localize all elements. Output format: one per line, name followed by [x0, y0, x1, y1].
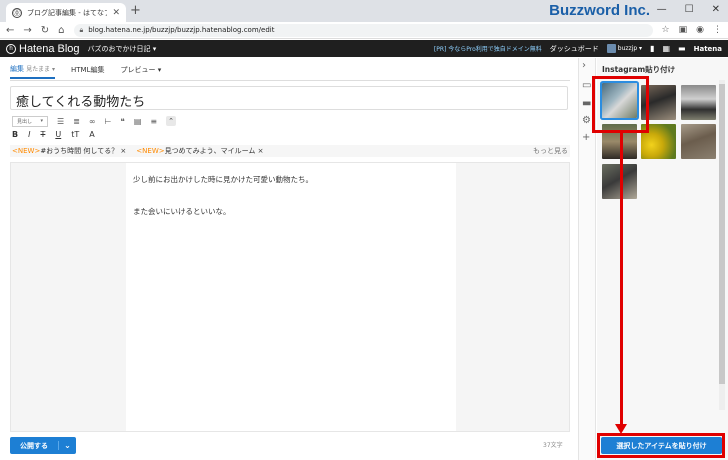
- dashboard-link[interactable]: ダッシュボード: [550, 44, 599, 54]
- entry-title-input[interactable]: 癒してくれる動物たち: [10, 86, 568, 110]
- char-count: 37文字: [543, 442, 563, 449]
- maximize-icon[interactable]: ☐: [685, 4, 694, 15]
- italic-icon[interactable]: I: [28, 130, 30, 139]
- url-field[interactable]: 🔒︎ blog.hatena.ne.jp/buzzjp/buzzjp.haten…: [73, 23, 653, 37]
- tab-preview[interactable]: プレビュー ▾: [120, 65, 161, 78]
- url-text: blog.hatena.ne.jp/buzzjp/buzzjp.hatenabl…: [88, 26, 275, 34]
- strikethrough-icon[interactable]: T: [40, 130, 45, 139]
- collapse-panel-icon[interactable]: ›: [582, 60, 586, 71]
- bold-icon[interactable]: B: [12, 130, 18, 139]
- panel-scrollbar[interactable]: [719, 80, 725, 410]
- plus-icon[interactable]: +: [582, 132, 590, 143]
- monitor-icon[interactable]: ▭: [582, 80, 591, 91]
- user-menu[interactable]: buzzjp ▾: [606, 44, 642, 53]
- topic-suggestions: <NEW>#おうち時間 何してる？ × <NEW>見つめてみよう、マイルーム ×…: [10, 145, 570, 157]
- window-controls: — ☐ ✕: [657, 4, 720, 15]
- hatena-top-bar: h Hatena Blog バズのおでかけ日記 ▾ [PR] 今ならPro利用で…: [0, 40, 728, 57]
- hatena-link[interactable]: Hatena: [694, 45, 722, 53]
- numbered-list-icon[interactable]: ≣: [73, 117, 80, 126]
- new-tab-button[interactable]: +: [130, 3, 141, 18]
- body-paragraph: 少し前にお出かけした時に見かけた可愛い動物たち。: [133, 175, 313, 184]
- favicon-icon: ⓪: [12, 7, 22, 18]
- extension-icon[interactable]: ▣: [679, 25, 688, 35]
- highlight-selected-thumbnail: [592, 76, 649, 133]
- browser-tab[interactable]: ⓪ ブログ記事編集 - はてなブログ ✕: [6, 3, 126, 22]
- text-color-icon[interactable]: A: [89, 130, 94, 139]
- font-size-icon[interactable]: tT: [71, 130, 79, 139]
- star-icon[interactable]: ☆: [662, 25, 670, 35]
- bullet-list-icon[interactable]: ☰: [57, 117, 64, 126]
- body-paragraph: また会いにいけるといいな。: [133, 207, 231, 216]
- underline-icon[interactable]: U: [55, 130, 61, 139]
- hatena-blog-logo[interactable]: h Hatena Blog: [6, 43, 80, 55]
- suggestion-item[interactable]: <NEW>#おうち時間 何してる？ ×: [12, 146, 126, 156]
- message-icon[interactable]: ▬: [678, 44, 686, 53]
- tab-wysiwyg[interactable]: 編集 見たまま ▾: [10, 64, 55, 79]
- hatena-logo-icon: h: [6, 43, 16, 54]
- tab-divider: [10, 80, 570, 81]
- lock-icon: 🔒︎: [79, 25, 84, 34]
- annotation-arrow-line: [620, 133, 623, 425]
- panel-title: Instagram貼り付け: [602, 65, 676, 74]
- minimize-icon[interactable]: —: [657, 4, 667, 15]
- blog-name-menu[interactable]: バズのおでかけ日記 ▾: [88, 44, 157, 54]
- instagram-thumbnail[interactable]: [681, 85, 716, 120]
- table-icon[interactable]: ▤: [134, 117, 142, 126]
- home-icon[interactable]: ⌂: [58, 25, 64, 36]
- address-bar: ← → ↻ ⌂ 🔒︎ blog.hatena.ne.jp/buzzjp/buzz…: [0, 22, 728, 39]
- quote-icon[interactable]: ❝: [121, 117, 125, 126]
- reload-icon[interactable]: ↻: [41, 25, 49, 36]
- align-icon[interactable]: ≡: [150, 117, 157, 126]
- close-window-icon[interactable]: ✕: [712, 4, 720, 15]
- tab-html-edit[interactable]: HTML編集: [71, 65, 104, 78]
- profile-icon[interactable]: ◉: [696, 25, 704, 35]
- promo-link[interactable]: [PR] 今ならPro利用で独自ドメイン無料: [434, 44, 542, 53]
- menu-icon[interactable]: ⋮: [713, 25, 722, 35]
- heading-select[interactable]: 見出し ▾: [12, 115, 48, 127]
- highlight-paste-button: [597, 433, 725, 458]
- bookmark-icon[interactable]: ▮: [650, 44, 654, 53]
- editor-toolbar-row1: 見出し ▾ ☰ ≣ ∞ ⊢ ❝ ▤ ≡ ⌃: [12, 115, 177, 127]
- chevron-down-icon[interactable]: ⌄: [58, 441, 76, 450]
- suggestion-item[interactable]: <NEW>見つめてみよう、マイルーム ×: [136, 146, 263, 156]
- back-icon[interactable]: ←: [6, 25, 14, 36]
- browser-title-bar: ⓪ ブログ記事編集 - はてなブログ ✕ + Buzzword Inc. — ☐…: [0, 0, 728, 22]
- apps-grid-icon[interactable]: ▦: [662, 44, 670, 53]
- collapse-toolbar-icon[interactable]: ⌃: [166, 116, 177, 126]
- more-link[interactable]: もっと見る: [533, 146, 568, 156]
- tab-title: ブログ記事編集 - はてなブログ: [27, 8, 107, 17]
- watermark-brand: Buzzword Inc.: [549, 2, 650, 19]
- screenshot-root: ⓪ ブログ記事編集 - はてなブログ ✕ + Buzzword Inc. — ☐…: [0, 0, 728, 460]
- editor-mode-tabs: 編集 見たまま ▾ HTML編集 プレビュー ▾: [10, 63, 161, 79]
- publish-button[interactable]: 公開する ⌄: [10, 437, 76, 454]
- avatar: [606, 44, 616, 53]
- horizontal-rule-icon[interactable]: ⊢: [105, 117, 112, 126]
- editor-body[interactable]: 少し前にお出かけした時に見かけた可愛い動物たち。 また会いにいけるといいな。: [126, 163, 456, 431]
- forward-icon[interactable]: →: [23, 25, 31, 36]
- editor-toolbar-row2: B I T U tT A: [12, 128, 95, 140]
- link-icon[interactable]: ∞: [89, 117, 96, 126]
- gear-icon[interactable]: ⚙: [582, 115, 591, 126]
- chevron-down-icon: ▾: [40, 117, 43, 124]
- instagram-thumbnail[interactable]: [681, 124, 716, 159]
- close-tab-icon[interactable]: ✕: [112, 8, 120, 18]
- folder-icon[interactable]: ▬: [582, 98, 591, 109]
